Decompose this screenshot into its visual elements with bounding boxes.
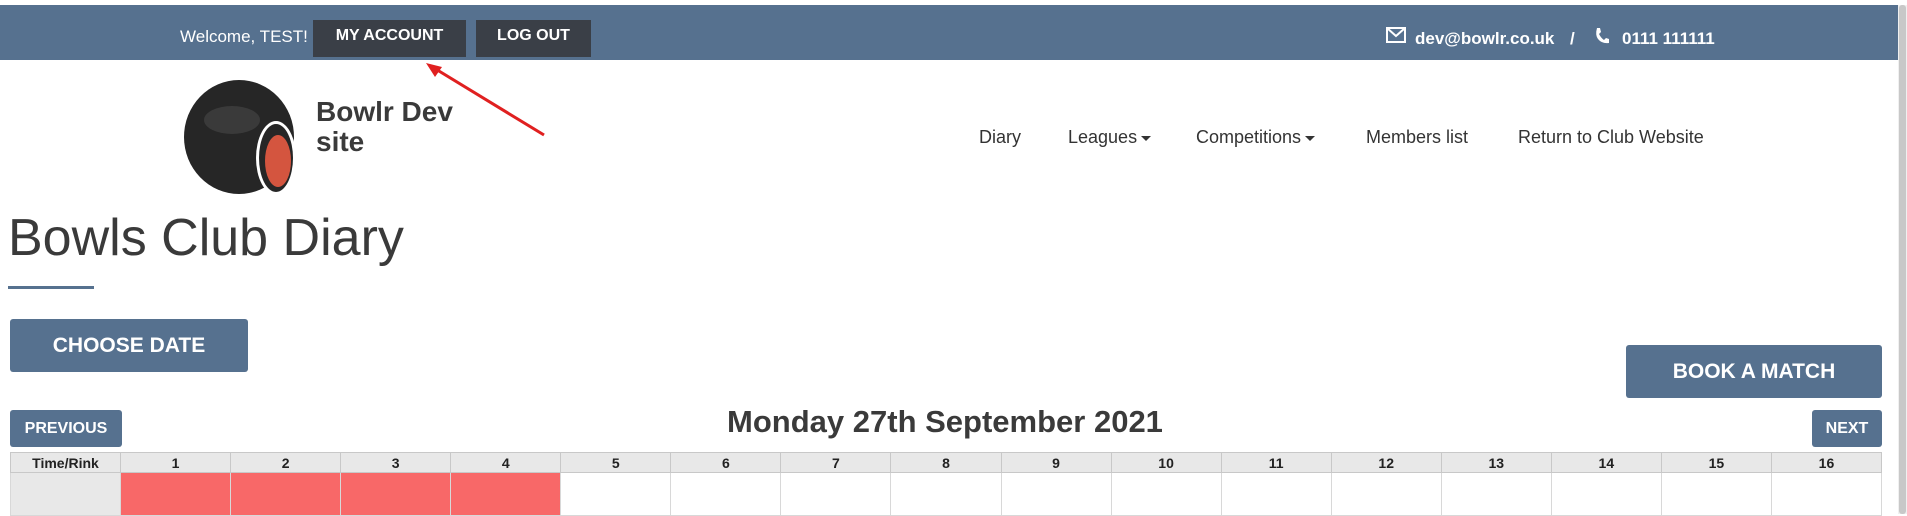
table-row bbox=[10, 472, 1883, 516]
empty-slot[interactable] bbox=[1110, 472, 1222, 516]
empty-slot[interactable] bbox=[1330, 472, 1442, 516]
nav-diary[interactable]: Diary bbox=[979, 127, 1021, 148]
email-link[interactable]: dev@bowlr.co.uk bbox=[1415, 29, 1554, 49]
empty-slot[interactable] bbox=[1220, 472, 1332, 516]
phone-icon bbox=[1594, 27, 1610, 50]
nav-return-to-club[interactable]: Return to Club Website bbox=[1518, 127, 1704, 148]
empty-slot[interactable] bbox=[890, 472, 1002, 516]
nav-leagues[interactable]: Leagues bbox=[1068, 127, 1152, 148]
contact-separator: / bbox=[1570, 29, 1575, 48]
empty-slot[interactable] bbox=[1550, 472, 1662, 516]
column-header: 7 bbox=[780, 452, 892, 473]
caret-down-icon bbox=[1141, 135, 1152, 141]
column-header: 1 bbox=[119, 452, 232, 473]
column-header: Time/Rink bbox=[10, 452, 121, 473]
nav-leagues-label: Leagues bbox=[1068, 127, 1138, 147]
column-header: 12 bbox=[1330, 452, 1442, 473]
column-header: 6 bbox=[670, 452, 782, 473]
column-header: 15 bbox=[1660, 452, 1772, 473]
column-header: 13 bbox=[1440, 452, 1552, 473]
empty-slot[interactable] bbox=[1000, 472, 1112, 516]
column-header: 5 bbox=[560, 452, 672, 473]
booked-slot[interactable] bbox=[450, 472, 562, 516]
book-a-match-button[interactable]: BOOK A MATCH bbox=[1626, 345, 1882, 398]
column-header: 9 bbox=[1000, 452, 1112, 473]
booked-slot[interactable] bbox=[340, 472, 452, 516]
date-heading: Monday 27th September 2021 bbox=[727, 404, 1163, 439]
column-header: 4 bbox=[450, 452, 562, 473]
title-underline bbox=[8, 286, 94, 289]
empty-slot[interactable] bbox=[1440, 472, 1552, 516]
top-bar: Welcome, TEST! MY ACCOUNT LOG OUT dev@bo… bbox=[0, 5, 1898, 60]
empty-slot[interactable] bbox=[1660, 472, 1772, 516]
choose-date-button[interactable]: CHOOSE DATE bbox=[10, 319, 248, 372]
envelope-icon bbox=[1386, 27, 1406, 48]
scrollbar-thumb[interactable] bbox=[1899, 5, 1906, 514]
table-header-row: Time/Rink 1 2 3 4 5 6 7 8 9 10 11 12 13 … bbox=[10, 452, 1883, 473]
empty-slot[interactable] bbox=[1770, 472, 1883, 516]
empty-slot[interactable] bbox=[670, 472, 782, 516]
empty-slot[interactable] bbox=[780, 472, 892, 516]
booked-slot[interactable] bbox=[230, 472, 342, 516]
column-header: 14 bbox=[1550, 452, 1662, 473]
my-account-button[interactable]: MY ACCOUNT bbox=[313, 20, 466, 57]
annotation-arrow bbox=[426, 63, 545, 137]
booked-slot[interactable] bbox=[119, 472, 232, 516]
nav-members-list[interactable]: Members list bbox=[1366, 127, 1468, 148]
column-header: 2 bbox=[230, 452, 342, 473]
empty-slot[interactable] bbox=[560, 472, 672, 516]
diary-table: Time/Rink 1 2 3 4 5 6 7 8 9 10 11 12 13 … bbox=[10, 452, 1883, 516]
page-title: Bowls Club Diary bbox=[8, 209, 404, 267]
nav-competitions[interactable]: Competitions bbox=[1196, 127, 1316, 148]
column-header: 16 bbox=[1770, 452, 1883, 473]
caret-down-icon bbox=[1305, 135, 1316, 141]
welcome-text: Welcome, TEST! bbox=[180, 27, 308, 46]
time-cell bbox=[10, 472, 121, 516]
column-header: 3 bbox=[340, 452, 452, 473]
column-header: 11 bbox=[1220, 452, 1332, 473]
nav-competitions-label: Competitions bbox=[1196, 127, 1302, 147]
log-out-button[interactable]: LOG OUT bbox=[476, 20, 591, 57]
phone-number: 0111 111111 bbox=[1622, 29, 1715, 48]
column-header: 8 bbox=[890, 452, 1002, 473]
column-header: 10 bbox=[1110, 452, 1222, 473]
